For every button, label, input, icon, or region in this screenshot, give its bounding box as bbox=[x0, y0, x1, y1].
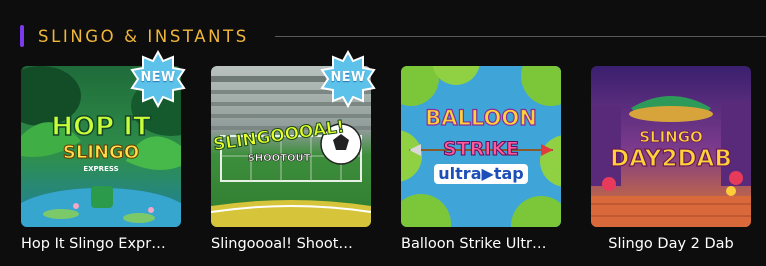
section-accent-bar bbox=[20, 25, 24, 47]
play-arrow-icon: ▶ bbox=[481, 164, 494, 183]
new-badge-label: NEW bbox=[330, 70, 366, 85]
game-title[interactable]: Slingo Day 2 Dab bbox=[591, 236, 751, 252]
art-title-line2: SHOOTOUT bbox=[247, 153, 311, 164]
header-divider bbox=[274, 35, 766, 37]
art-title-line1: HOP IT bbox=[51, 112, 152, 142]
art-title-line2: STRIKE bbox=[442, 138, 520, 160]
art-title-line1: SLINGO bbox=[639, 128, 703, 146]
section-header: SLINGO & INSTANTS bbox=[20, 24, 766, 48]
art-title-line3: ultra bbox=[438, 164, 482, 183]
art-title-line3: EXPRESS bbox=[83, 165, 119, 173]
game-tile-slingoooal-shootout[interactable]: SLINGOOOAL! SHOOTOUT NEW Slingoooal! Sho… bbox=[211, 50, 376, 252]
art-title-line4: tap bbox=[493, 164, 524, 183]
game-thumbnail[interactable]: BALLOON STRIKE ultra▶tap bbox=[401, 66, 561, 227]
game-tile-slingo-day-2-dab[interactable]: SLINGO DAY2DAB Slingo Day 2 Dab bbox=[591, 66, 751, 252]
new-badge: NEW bbox=[129, 50, 187, 108]
art-title-line2: SLINGO bbox=[62, 142, 140, 163]
game-title[interactable]: Slingoooal! Shoot… bbox=[211, 236, 371, 252]
new-badge-label: NEW bbox=[140, 70, 176, 85]
new-badge: NEW bbox=[319, 50, 377, 108]
game-tile-hop-it-slingo-express[interactable]: HOP IT SLINGO EXPRESS NEW Hop It Slingo … bbox=[21, 50, 186, 252]
game-thumbnail[interactable]: SLINGO DAY2DAB bbox=[591, 66, 751, 227]
art-title-line1: BALLOON bbox=[425, 106, 538, 130]
art-title-line2: DAY2DAB bbox=[610, 146, 733, 172]
section-title: SLINGO & INSTANTS bbox=[38, 26, 249, 46]
ultra-tap-logo: ultra▶tap bbox=[401, 164, 561, 184]
game-title[interactable]: Balloon Strike Ultr… bbox=[401, 236, 561, 252]
game-tile-balloon-strike-ultra-tap[interactable]: BALLOON STRIKE ultra▶tap Balloon Strike … bbox=[401, 66, 561, 252]
game-title[interactable]: Hop It Slingo Expr… bbox=[21, 236, 181, 252]
slingo-instants-section: SLINGO & INSTANTS HOP IT SLINGO EXPRESS … bbox=[0, 0, 766, 266]
